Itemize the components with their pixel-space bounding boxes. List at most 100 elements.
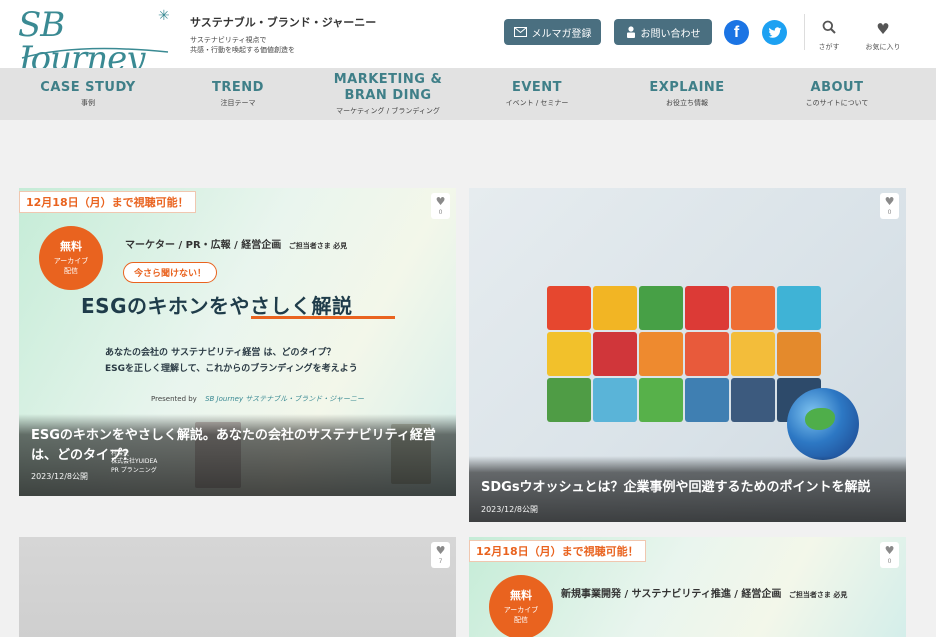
nav-label: EVENT: [511, 80, 563, 96]
copy-line-2: ESGを正しく理解して、これからのブランディングを考えよう: [105, 363, 358, 374]
badge-line-1: 無料: [60, 240, 82, 254]
block: [593, 286, 637, 330]
heart-icon: ♥: [884, 544, 895, 557]
target-suffix: ご担当者さま 必見: [788, 591, 848, 599]
nav-sublabel: 事例: [81, 98, 95, 107]
nav-item-about[interactable]: ABOUT このサイトについて: [792, 68, 882, 120]
block: [593, 378, 637, 422]
nav-label: CASE STUDY: [40, 80, 136, 96]
nav-label: TREND: [212, 80, 264, 96]
headline-underline: [251, 316, 395, 319]
badge-line-3: 配信: [64, 267, 78, 276]
block: [593, 332, 637, 376]
site-tagline: サステナビリティ視点で 共感・行動を喚起する価値創造を: [190, 35, 376, 55]
favorite-count: 0: [438, 209, 443, 216]
favorite-count-badge[interactable]: ♥ 0: [431, 193, 450, 219]
target-suffix: ご担当者さま 必見: [288, 242, 348, 250]
person-icon: [626, 26, 635, 38]
logo-wordmark: SB Journey: [18, 5, 145, 79]
card-caption: SDGsウオッシュとは？企業事例や回避するためのポイントを解説 2023/12/…: [469, 456, 906, 522]
favorite-count-badge[interactable]: ♥ 0: [880, 542, 899, 568]
nav-sublabel: このサイトについて: [805, 98, 869, 107]
tagline-line-1: サステナビリティ視点で: [190, 36, 267, 44]
card-title[interactable]: ESGのキホンをやさしく解説。あなたの会社のサステナビリティ経営は、どのタイプ？: [31, 426, 444, 465]
globe-image: [787, 388, 859, 460]
target-audience: 新規事業開発 / サステナビリティ推進 / 経営企画 ご担当者さま 必見: [561, 585, 847, 600]
presented-label: Presented by: [151, 395, 197, 403]
target-roles: 新規事業開発 / サステナビリティ推進 / 経営企画: [561, 589, 782, 600]
nav-label: EXPLAINE: [649, 80, 725, 96]
brand-block: サステナブル・ブランド・ジャーニー サステナビリティ視点で 共感・行動を喚起する…: [190, 14, 376, 55]
nav-item-event[interactable]: EVENT イベント / セミナー: [496, 68, 578, 120]
favorite-count-badge[interactable]: ♥ 0: [880, 193, 899, 219]
site-header: SB Journey ✳ サステナブル・ブランド・ジャーニー サステナビリティ視…: [0, 0, 936, 76]
newsletter-button[interactable]: メルマガ登録: [504, 19, 601, 45]
block: [777, 332, 821, 376]
availability-label: 12月18日（月）まで視聴可能！: [19, 191, 196, 213]
nav-sublabel: イベント / セミナー: [505, 98, 569, 107]
favorite-count: 0: [887, 558, 892, 565]
heart-icon: ♥: [435, 544, 446, 557]
article-card[interactable]: 12月18日（月）まで視聴可能！ 無料 アーカイブ 配信 新規事業開発 / サス…: [469, 537, 906, 637]
nav-sublabel: マーケティング / ブランディング: [336, 106, 440, 115]
badge-line-1: 無料: [510, 589, 532, 603]
free-archive-badge: 無料 アーカイブ 配信: [39, 226, 103, 290]
favorite-count: 7: [438, 558, 443, 565]
badge-line-2: アーカイブ: [503, 605, 539, 614]
nav-sublabel: お役立ち情報: [666, 98, 708, 107]
promo-pill: 今さら聞けない！: [123, 262, 218, 283]
target-roles: マーケター / PR・広報 / 経営企画: [125, 240, 282, 251]
heart-icon: ♥: [435, 195, 446, 208]
block: [731, 332, 775, 376]
tagline-line-2: 共感・行動を喚起する価値創造を: [190, 46, 295, 55]
block: [639, 286, 683, 330]
copy-line-1: あなたの会社の サステナビリティ経営 は、どのタイプ？: [105, 348, 336, 358]
card-title[interactable]: SDGsウオッシュとは？企業事例や回避するためのポイントを解説: [481, 478, 894, 498]
nav-label: MARKETING & BRAN DING: [333, 72, 443, 103]
mail-icon: [513, 27, 527, 37]
article-card[interactable]: 12月18日（月）まで視聴可能！ 無料 アーカイブ 配信 マーケター / PR・…: [19, 188, 456, 496]
badge-line-2: アーカイブ: [53, 256, 89, 265]
heart-icon: ♥: [884, 195, 895, 208]
nav-item-case-study[interactable]: CASE STUDY 事例: [30, 68, 146, 120]
photo-bg: [19, 537, 456, 637]
badge-line-3: 配信: [514, 616, 528, 625]
nav-label: ABOUT: [810, 80, 864, 96]
contact-button[interactable]: お問い合わせ: [614, 19, 712, 45]
free-archive-badge: 無料 アーカイブ 配信: [489, 575, 553, 637]
block: [685, 378, 729, 422]
favorites-label: お気に入り: [865, 43, 901, 51]
block: [547, 378, 591, 422]
article-card[interactable]: ♥ 7: [19, 537, 456, 637]
favorites-button[interactable]: ♥ お気に入り: [858, 20, 908, 52]
block: [639, 332, 683, 376]
twitter-bird-icon: [768, 26, 781, 38]
card-date: 2023/12/8公開: [481, 504, 539, 514]
nav-item-trend[interactable]: TREND 注目テーマ: [192, 68, 284, 120]
webinar-copy: あなたの会社の サステナビリティ経営 は、どのタイプ？ ESGを正しく理解して、…: [105, 346, 358, 378]
logo-swoosh: [21, 47, 169, 59]
facebook-icon[interactable]: f: [724, 20, 749, 45]
article-card[interactable]: ♥ 0 SDGsウオッシュとは？企業事例や回避するためのポイントを解説 2023…: [469, 188, 906, 522]
speaker-info-1: 村雲史 株式会社YUIDEA PR プランニング: [111, 450, 158, 474]
nav-item-marketing-branding[interactable]: MARKETING & BRAN DING マーケティング / ブランディング: [310, 68, 466, 120]
block: [731, 286, 775, 330]
presented-by: Presented by SB Journey サステナブル・ブランド・ジャーニ…: [151, 394, 364, 404]
nav-sublabel: 注目テーマ: [220, 98, 256, 107]
webinar-headline: ESGのキホンをやさしく解説: [81, 294, 353, 318]
search-icon: [804, 20, 854, 38]
favorite-count-badge[interactable]: ♥ 7: [431, 542, 450, 568]
search-button[interactable]: さがす: [804, 20, 854, 52]
twitter-icon[interactable]: [762, 20, 787, 45]
site-logo[interactable]: SB Journey ✳: [18, 8, 178, 76]
nav-item-explaine[interactable]: EXPLAINE お役立ち情報: [640, 68, 734, 120]
block: [547, 332, 591, 376]
availability-label: 12月18日（月）まで視聴可能！: [469, 540, 646, 562]
star-icon: ✳: [158, 8, 170, 24]
block: [685, 332, 729, 376]
presented-brand: SB Journey サステナブル・ブランド・ジャーニー: [205, 395, 364, 403]
main-nav: CASE STUDY 事例 TREND 注目テーマ MARKETING & BR…: [0, 68, 936, 120]
favorite-count: 0: [887, 209, 892, 216]
facebook-glyph: f: [733, 23, 740, 41]
card-caption: ESGのキホンをやさしく解説。あなたの会社のサステナビリティ経営は、どのタイプ？…: [19, 414, 456, 496]
